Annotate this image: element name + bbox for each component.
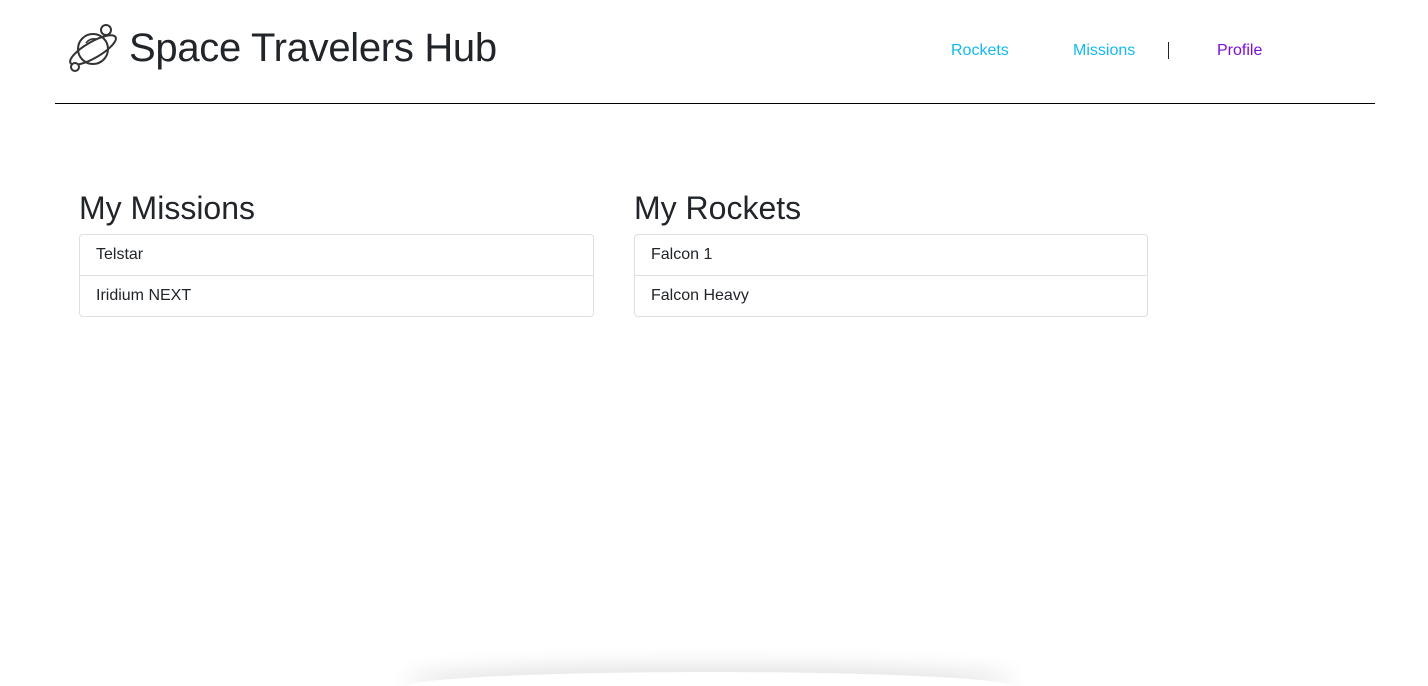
nav-link-profile[interactable]: Profile [1217, 41, 1262, 61]
rocket-list-item: Falcon Heavy [635, 275, 1147, 316]
nav-link-missions[interactable]: Missions [1073, 41, 1135, 61]
site-header: Space Travelers Hub Rockets Missions Pro… [55, 0, 1375, 104]
my-rockets-section: My Rockets Falcon 1 Falcon Heavy [634, 189, 1148, 317]
planet-icon [69, 24, 117, 72]
my-missions-section: My Missions Telstar Iridium NEXT [79, 189, 594, 317]
rocket-list-item: Falcon 1 [651, 246, 713, 263]
my-missions-title: My Missions [79, 190, 256, 226]
mission-list-item: Telstar [96, 246, 144, 263]
site-title: Space Travelers Hub [129, 26, 497, 70]
bottom-popup-shadow [405, 672, 1015, 686]
my-rockets-title: My Rockets [634, 190, 802, 226]
nav-link-rockets[interactable]: Rockets [951, 41, 1009, 61]
missions-list: Telstar Iridium NEXT [79, 234, 594, 317]
rockets-list: Falcon 1 Falcon Heavy [634, 234, 1148, 317]
nav-divider [1168, 42, 1169, 59]
mission-list-item: Iridium NEXT [80, 275, 593, 316]
